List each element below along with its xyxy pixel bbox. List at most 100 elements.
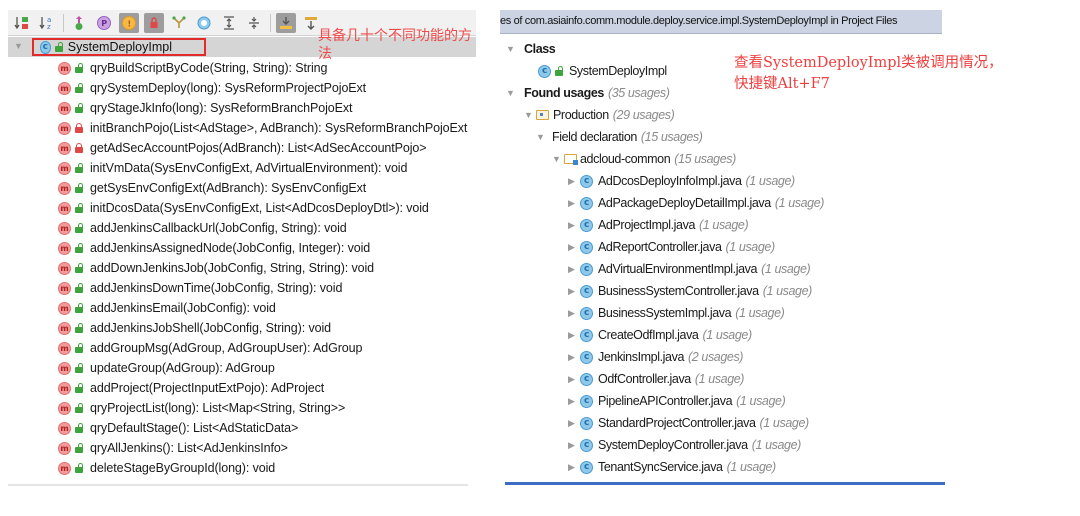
method-row[interactable]: m qryDefaultStage(): List<AdStaticData> — [8, 418, 476, 438]
collapse-arrow-icon[interactable]: ▼ — [506, 88, 518, 98]
usage-file-row[interactable]: ▶ c PipelineAPIController.java (1 usage) — [500, 390, 944, 412]
show-lambdas-button[interactable] — [169, 13, 189, 33]
usage-file-row[interactable]: ▶ c BusinessSystemController.java (1 usage) — [500, 280, 944, 302]
usage-file-row[interactable]: ▶ c AdProjectImpl.java (1 usage) — [500, 214, 944, 236]
expand-arrow-icon[interactable]: ▶ — [568, 330, 580, 341]
autoscroll-to-source-button[interactable] — [276, 12, 296, 33]
toolbar-separator — [63, 13, 64, 32]
autoscroll-to-source-icon — [280, 16, 292, 29]
show-inherited-button[interactable] — [69, 13, 89, 33]
method-label: getSysEnvConfigExt(AdBranch): SysEnvConf… — [90, 181, 367, 195]
method-row[interactable]: m getAdSecAccountPojos(AdBranch): List<Ad… — [8, 138, 476, 158]
collapse-arrow-icon[interactable]: ▼ — [506, 44, 518, 54]
root-class-node[interactable]: c SystemDeployImpl — [32, 38, 206, 56]
sort-alphabetically-button[interactable]: az — [37, 13, 57, 33]
production-folder-icon — [536, 110, 549, 120]
method-row[interactable]: m addProject(ProjectInputExtPojo): AdProj… — [8, 378, 476, 398]
method-row[interactable]: m qryStageJkInfo(long): SysReformBranchPo… — [8, 98, 476, 118]
usage-file-row[interactable]: ▶ c AdDcosDeployInfoImpl.java (1 usage) — [500, 170, 944, 192]
method-list: m qryBuildScriptByCode(String, String): S… — [8, 58, 476, 478]
method-row[interactable]: m addJenkinsJobShell(JobConfig, String): … — [8, 318, 476, 338]
collapse-arrow-icon[interactable]: ▼ — [524, 110, 536, 120]
method-label: getAdSecAccountPojos(AdBranch): List<AdS… — [90, 141, 427, 155]
public-access-icon — [75, 203, 84, 213]
usage-file-count: (1 usage) — [761, 262, 811, 276]
show-anonymous-classes-button[interactable] — [194, 13, 214, 33]
method-row[interactable]: m updateGroup(AdGroup): AdGroup — [8, 358, 476, 378]
method-icon: m — [58, 201, 71, 215]
method-row[interactable]: m qryProjectList(long): List<Map<String, … — [8, 398, 476, 418]
expand-arrow-icon[interactable]: ▶ — [568, 242, 580, 253]
usage-file-row[interactable]: ▶ c StandardProjectController.java (1 usage… — [500, 412, 944, 434]
usage-file-row[interactable]: ▶ c AdReportController.java (1 usage) — [500, 236, 944, 258]
method-icon: m — [58, 381, 71, 395]
method-label: qryDefaultStage(): List<AdStaticData> — [90, 421, 299, 435]
method-row[interactable]: m initDcosData(SysEnvConfigExt, List<AdDc… — [8, 198, 476, 218]
expand-arrow-icon[interactable]: ▶ — [568, 264, 580, 275]
usage-file-count: (1 usage) — [751, 438, 802, 452]
method-row[interactable]: m qryAllJenkins(): List<AdJenkinsInfo> — [8, 438, 476, 458]
method-row[interactable]: m initBranchPojo(List<AdStage>, AdBranch)… — [8, 118, 476, 138]
usage-file-row[interactable]: ▶ c BusinessSystemImpl.java (1 usage) — [500, 302, 944, 324]
expand-all-button[interactable] — [219, 13, 239, 33]
usage-file-count: (1 usage) — [725, 240, 776, 254]
usage-file-row[interactable]: ▶ c OdfController.java (1 usage) — [500, 368, 944, 390]
method-row[interactable]: m addGroupMsg(AdGroup, AdGroupUser): AdGr… — [8, 338, 476, 358]
usage-file-count: (1 usage) — [745, 174, 796, 188]
method-row[interactable]: m deleteStageByGroupId(long): void — [8, 458, 476, 478]
collapse-arrow-icon[interactable]: ▼ — [536, 132, 548, 142]
methods-annotation: 具备几十个不同功能的方法 — [318, 28, 472, 62]
method-row[interactable]: m addJenkinsCallbackUrl(JobConfig, String… — [8, 218, 476, 238]
method-label: qryAllJenkins(): List<AdJenkinsInfo> — [90, 441, 288, 455]
expand-arrow-icon[interactable]: ▶ — [568, 352, 580, 363]
collapse-all-button[interactable] — [244, 13, 264, 33]
method-row[interactable]: m qrySystemDeploy(long): SysReformProject… — [8, 78, 476, 98]
expand-arrow-icon[interactable]: ▶ — [568, 220, 580, 231]
collapse-arrow-icon[interactable]: ▼ — [552, 154, 564, 164]
show-fields-button[interactable]: ! — [119, 12, 139, 33]
public-access-icon — [75, 363, 84, 373]
show-non-public-button[interactable] — [144, 12, 164, 33]
method-row[interactable]: m addJenkinsEmail(JobConfig): void — [8, 298, 476, 318]
expand-arrow-icon[interactable]: ▶ — [568, 418, 580, 429]
method-row[interactable]: m getSysEnvConfigExt(AdBranch): SysEnvCon… — [8, 178, 476, 198]
expand-arrow-icon[interactable]: ▶ — [568, 396, 580, 407]
expand-arrow-icon[interactable]: ▶ — [568, 198, 580, 209]
usage-file-row[interactable]: ▶ c SystemDeployController.java (1 usage) — [500, 434, 944, 456]
usage-file-row[interactable]: ▶ c AdPackageDeployDetailImpl.java (1 usage… — [500, 192, 944, 214]
usage-file-row[interactable]: ▶ c AdVirtualEnvironmentImpl.java (1 usage) — [500, 258, 944, 280]
method-row[interactable]: m addDownJenkinsJob(JobConfig, String, St… — [8, 258, 476, 278]
class-icon: c — [580, 240, 593, 254]
expand-arrow-icon[interactable]: ▶ — [568, 308, 580, 319]
public-access-icon — [75, 263, 84, 273]
method-label: qryProjectList(long): List<Map<String, S… — [90, 401, 346, 415]
module-row[interactable]: ▼ adcloud-common (15 usages) — [500, 148, 944, 170]
method-icon: m — [58, 421, 71, 435]
expand-arrow-icon[interactable]: ▶ — [568, 440, 580, 451]
show-properties-icon: P — [97, 15, 111, 30]
field-declaration-row[interactable]: ▼ Field declaration (15 usages) — [500, 126, 944, 148]
found-usages-count: (35 usages) — [607, 86, 670, 100]
method-row[interactable]: m addJenkinsDownTime(JobConfig, String): … — [8, 278, 476, 298]
show-lambdas-icon — [172, 15, 186, 28]
usage-file-name: JenkinsImpl.java — [598, 350, 685, 364]
collapse-arrow-icon[interactable]: ▼ — [14, 41, 23, 51]
public-access-icon — [75, 403, 84, 413]
expand-arrow-icon[interactable]: ▶ — [568, 374, 580, 385]
method-row[interactable]: m addJenkinsAssignedNode(JobConfig, Integ… — [8, 238, 476, 258]
usage-file-row[interactable]: ▶ c TenantSyncService.java (1 usage) — [500, 456, 944, 478]
usage-file-row[interactable]: ▶ c CreateOdfImpl.java (1 usage) — [500, 324, 944, 346]
sort-by-visibility-button[interactable] — [12, 13, 32, 33]
sort-alphabetically-icon: az — [39, 16, 51, 31]
method-label: initVmData(SysEnvConfigExt, AdVirtualEnv… — [90, 161, 408, 175]
expand-arrow-icon[interactable]: ▶ — [568, 176, 580, 187]
expand-arrow-icon[interactable]: ▶ — [568, 286, 580, 297]
method-row[interactable]: m initVmData(SysEnvConfigExt, AdVirtualEn… — [8, 158, 476, 178]
usage-file-row[interactable]: ▶ c JenkinsImpl.java (2 usages) — [500, 346, 944, 368]
method-label: updateGroup(AdGroup): AdGroup — [90, 361, 275, 375]
production-row[interactable]: ▼ Production (29 usages) — [500, 104, 944, 126]
expand-arrow-icon[interactable]: ▶ — [568, 462, 580, 473]
method-icon: m — [58, 301, 71, 315]
show-properties-button[interactable]: P — [94, 13, 114, 33]
usages-annotation-line-1: 查看SystemDeployImpl类被调用情况， — [734, 55, 1003, 71]
